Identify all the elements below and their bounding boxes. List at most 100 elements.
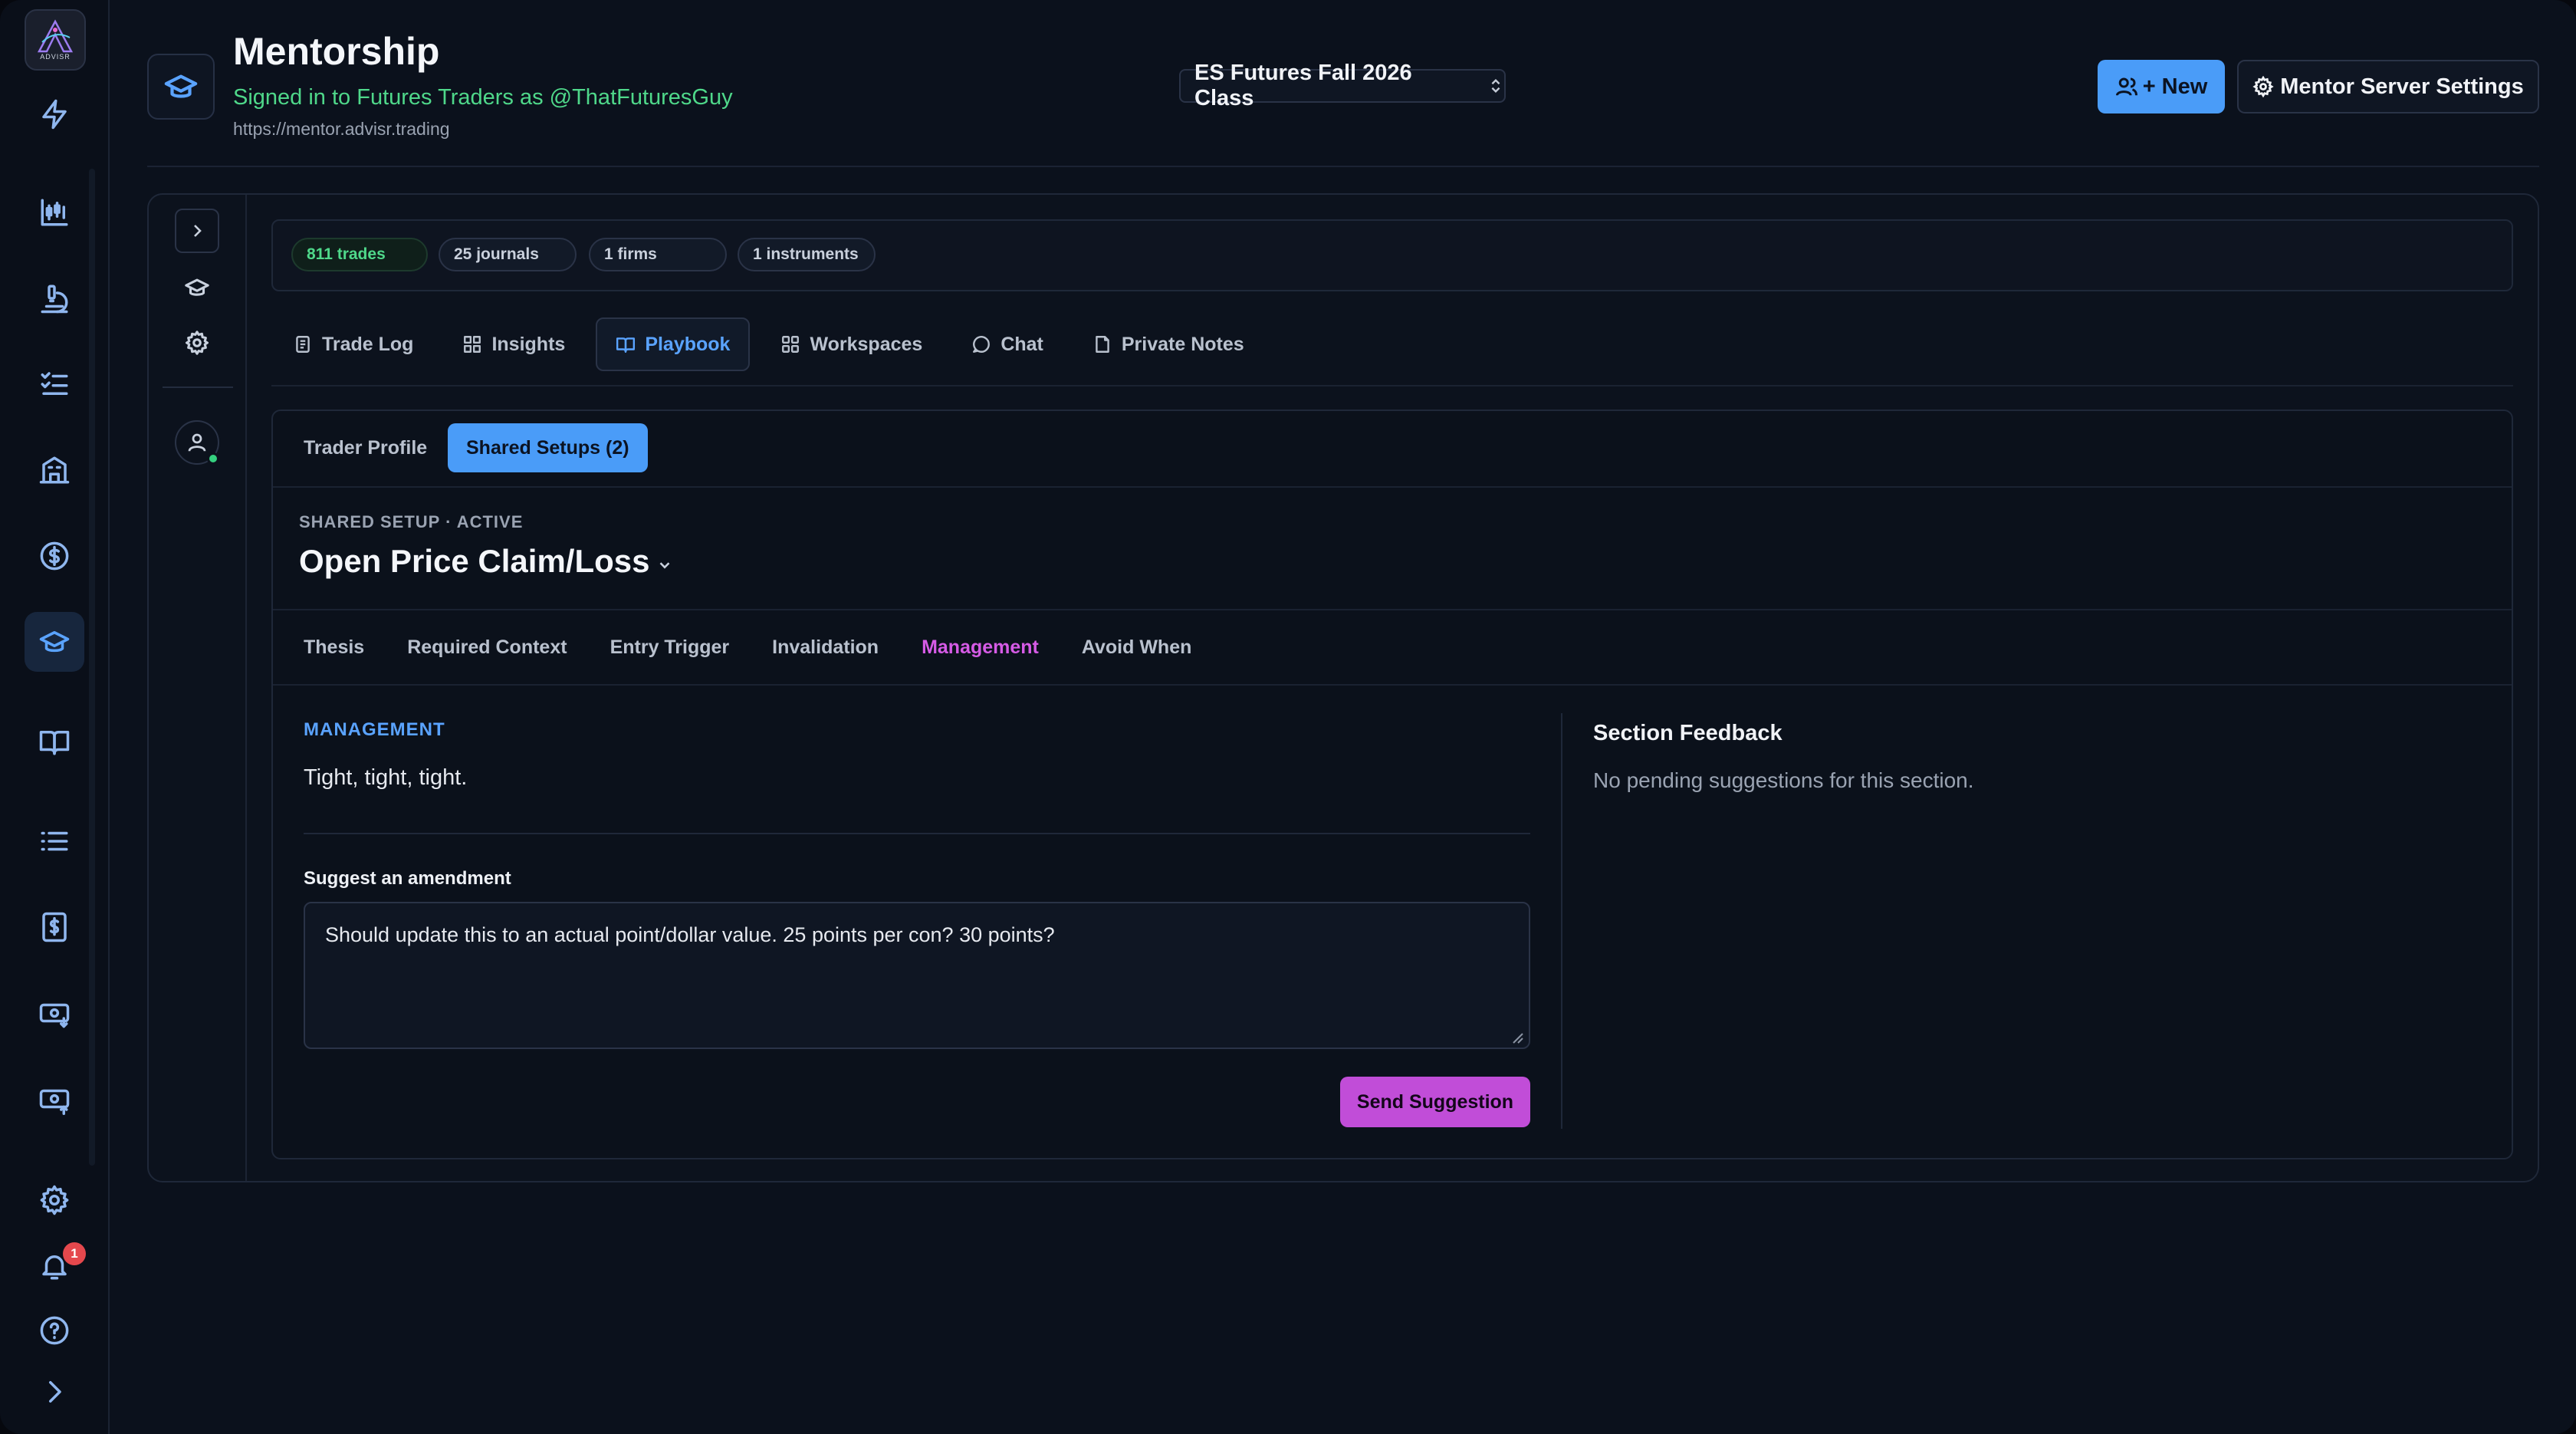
server-url: https://mentor.advisr.trading xyxy=(233,119,450,139)
amendment-textarea[interactable]: Should update this to an actual point/do… xyxy=(304,902,1530,1049)
checklist-icon xyxy=(41,372,68,395)
tab-label: Private Notes xyxy=(1121,333,1244,355)
lightning-icon xyxy=(42,99,67,130)
graduation-cap-icon xyxy=(185,278,209,296)
section-tab-required-context[interactable]: Required Context xyxy=(407,633,567,661)
gear-icon xyxy=(40,1185,69,1215)
layout-grid-icon xyxy=(782,336,800,353)
sidebar-item-finance[interactable] xyxy=(25,526,84,586)
graduation-cap-icon xyxy=(39,631,70,653)
user-icon xyxy=(188,433,206,452)
amendment-label: Suggest an amendment xyxy=(304,868,511,889)
section-tab-invalidation[interactable]: Invalidation xyxy=(772,633,879,661)
notification-badge: 1 xyxy=(63,1242,86,1265)
tab-trade-log[interactable]: Trade Log xyxy=(274,317,432,371)
sidebar-item-activity[interactable] xyxy=(25,84,84,144)
book-open-icon xyxy=(39,731,70,755)
sidebar-item-mentorship[interactable] xyxy=(25,612,84,672)
stats-bar: 811 trades 25 journals 1 firms 1 instrum… xyxy=(271,219,2513,291)
feedback-title: Section Feedback xyxy=(1593,721,1783,745)
section-tab-management[interactable]: Management xyxy=(922,633,1039,661)
building-icon xyxy=(39,456,70,484)
subtab-trader-profile[interactable]: Trader Profile xyxy=(285,423,445,472)
app-logo[interactable]: ADVISR xyxy=(25,9,86,71)
rail-divider xyxy=(163,386,233,388)
sidebar-item-expenses[interactable] xyxy=(25,897,84,957)
sidebar-item-charts[interactable] xyxy=(25,183,84,242)
sidebar-item-notifications[interactable]: 1 xyxy=(25,1236,86,1296)
sidebar-item-help[interactable] xyxy=(25,1301,84,1360)
microscope-icon xyxy=(41,284,68,314)
expand-panel-button[interactable] xyxy=(175,209,219,253)
panel-settings-button[interactable] xyxy=(182,328,212,357)
tab-insights[interactable]: Insights xyxy=(444,317,583,371)
tab-chat[interactable]: Chat xyxy=(953,317,1062,371)
tab-label: Insights xyxy=(491,333,566,355)
sidebar-item-journal[interactable] xyxy=(25,712,84,771)
tab-label: Workspaces xyxy=(810,333,923,355)
mentor-server-settings-button[interactable]: Mentor Server Settings xyxy=(2237,60,2539,113)
subtab-shared-setups[interactable]: Shared Setups (2) xyxy=(448,423,648,472)
page-title: Mentorship xyxy=(233,30,440,73)
mentorship-panel: 811 trades 25 journals 1 firms 1 instrum… xyxy=(147,193,2539,1182)
setup-status-label: SHARED SETUP · ACTIVE xyxy=(299,512,524,531)
gear-icon xyxy=(2252,76,2274,97)
column-divider xyxy=(1561,713,1562,1129)
cash-in-icon xyxy=(39,1003,70,1028)
setup-title[interactable]: Open Price Claim/Loss xyxy=(299,543,650,580)
section-tab-entry-trigger[interactable]: Entry Trigger xyxy=(610,633,730,661)
stat-pill-journals: 25 journals xyxy=(439,238,577,271)
logo-text: ADVISR xyxy=(40,53,71,61)
help-circle-icon xyxy=(40,1316,69,1345)
cash-out-icon xyxy=(39,1089,70,1115)
class-select-value: ES Futures Fall 2026 Class xyxy=(1194,61,1412,110)
section-tab-avoid-when[interactable]: Avoid When xyxy=(1082,633,1192,661)
chevron-down-icon xyxy=(659,562,670,569)
gear-icon xyxy=(185,331,209,355)
playbook-content: Trader Profile Shared Setups (2) SHARED … xyxy=(271,409,2513,1159)
section-tabs: Thesis Required Context Entry Trigger In… xyxy=(304,633,1234,661)
tab-workspaces[interactable]: Workspaces xyxy=(762,317,941,371)
sidebar-expand-button[interactable] xyxy=(25,1362,84,1422)
app-window: ADVISR 1 Mentorship Signed in to Futures… xyxy=(0,0,2576,1434)
users-icon xyxy=(2115,77,2137,96)
sidebar-item-lists[interactable] xyxy=(25,811,84,871)
tab-private-notes[interactable]: Private Notes xyxy=(1074,317,1263,371)
sidebar-scrollbar[interactable] xyxy=(89,169,95,1166)
logo-icon xyxy=(37,19,74,53)
note-icon xyxy=(1096,336,1109,353)
receipt-dollar-icon xyxy=(42,912,67,942)
stat-pill-trades: 811 trades xyxy=(291,238,428,271)
sidebar-item-research[interactable] xyxy=(25,268,84,328)
new-button[interactable]: + New xyxy=(2098,60,2225,113)
book-open-icon xyxy=(616,337,636,353)
new-button-label: + New xyxy=(2142,74,2208,99)
document-icon xyxy=(296,336,310,353)
header-divider xyxy=(147,166,2539,167)
chevron-right-icon xyxy=(194,225,202,237)
tabs-divider xyxy=(271,385,2513,386)
tab-label: Trade Log xyxy=(322,333,414,355)
setup-select-toggle[interactable] xyxy=(656,557,675,575)
divider xyxy=(273,609,2512,610)
resize-handle-icon[interactable] xyxy=(1509,1029,1524,1044)
send-suggestion-button[interactable]: Send Suggestion xyxy=(1340,1077,1530,1127)
sidebar-item-settings[interactable] xyxy=(25,1170,84,1230)
sidebar-item-checklists[interactable] xyxy=(25,354,84,414)
section-tab-thesis[interactable]: Thesis xyxy=(304,633,364,661)
sidebar-item-withdrawals[interactable] xyxy=(25,1069,84,1129)
chevron-up-down-icon xyxy=(1491,79,1500,93)
section-body: Tight, tight, tight. xyxy=(304,765,468,790)
sidebar-item-deposits[interactable] xyxy=(25,983,84,1043)
candlestick-chart-icon xyxy=(41,199,68,226)
student-avatar[interactable] xyxy=(175,420,219,465)
mentorship-rail-button[interactable] xyxy=(182,273,212,302)
page-icon xyxy=(147,54,215,120)
class-select[interactable]: ES Futures Fall 2026 Class xyxy=(1179,61,1506,110)
tab-playbook[interactable]: Playbook xyxy=(596,317,751,371)
divider xyxy=(304,833,1530,834)
sidebar-item-firms[interactable] xyxy=(25,440,84,500)
stat-pill-instruments: 1 instruments xyxy=(738,238,876,271)
chevron-right-icon xyxy=(49,1381,61,1403)
dollar-circle-icon xyxy=(40,541,69,571)
